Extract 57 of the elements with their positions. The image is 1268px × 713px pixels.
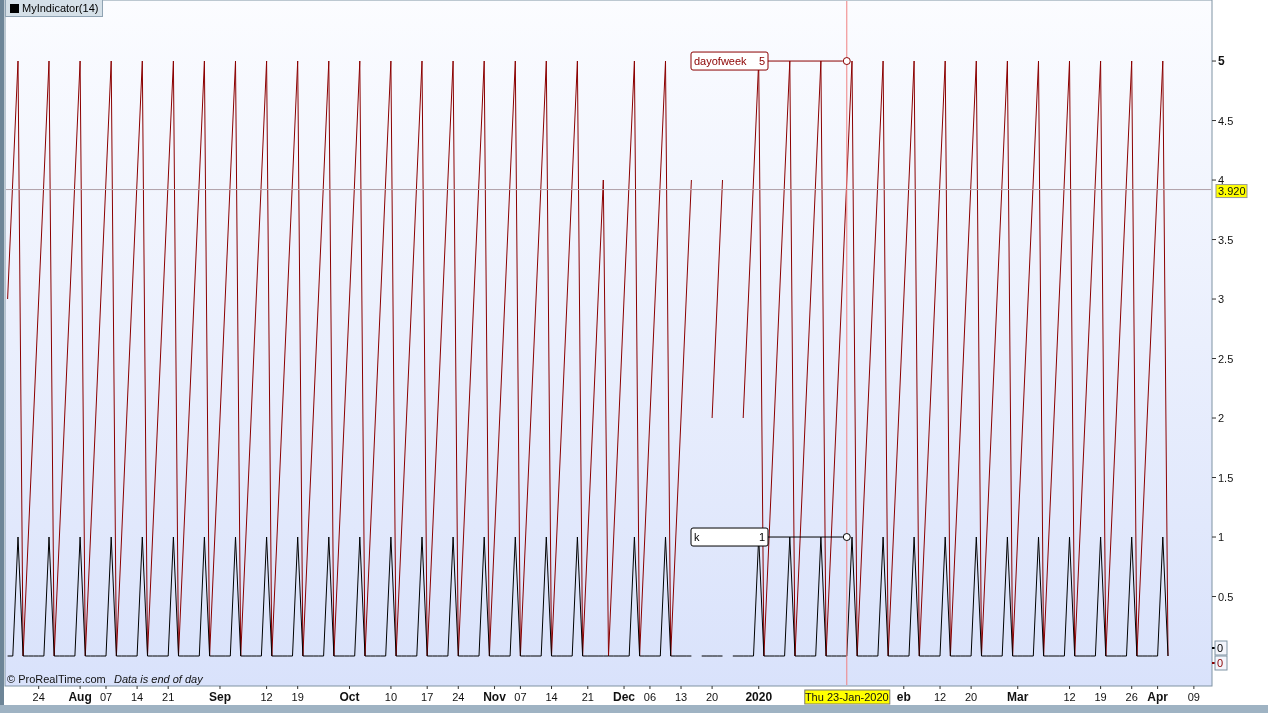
axis-label: 14: [130, 691, 144, 703]
axis-label: eb: [896, 690, 911, 704]
axis-label: Mar: [1007, 690, 1029, 704]
indicator-title: MyIndicator(14): [22, 2, 99, 14]
axis-label: 0.5: [1218, 590, 1234, 603]
color-swatch-icon: [10, 3, 19, 13]
axis-label: 2020: [745, 690, 773, 704]
legend-value: 1: [758, 531, 765, 543]
last-value: 0: [1217, 657, 1224, 669]
axis-label: 2.5: [1218, 352, 1234, 365]
axis-label: 21: [162, 691, 175, 703]
axis-label: 10: [384, 691, 398, 703]
axis-label: 5: [1218, 54, 1225, 69]
axis-label: Oct: [339, 690, 360, 704]
legend-value: 5: [758, 55, 765, 68]
axis-label: Aug: [68, 690, 92, 704]
axis-label: 4: [1218, 174, 1225, 187]
axis-label: 3.5: [1218, 233, 1234, 246]
axis-label: 21: [581, 691, 594, 703]
legend-name: dayofweek: [694, 55, 747, 68]
last-value: 0: [1217, 642, 1224, 654]
price-tag: 3.920: [1215, 184, 1248, 199]
data-note: Data is end of day: [114, 673, 203, 685]
axis-label: 09: [1187, 691, 1200, 703]
copyright-text: © ProRealTime.com: [7, 673, 106, 685]
legend-name: k: [694, 531, 700, 543]
axis-label: Nov: [483, 690, 506, 704]
last-value-box: [1214, 655, 1228, 671]
axis-label: 3: [1218, 293, 1225, 306]
axis-label: 20: [965, 691, 978, 703]
marker-icon: [842, 533, 851, 541]
axis-label: 13: [674, 691, 688, 703]
axis-label: 20: [706, 691, 719, 703]
axis-label: 26: [1125, 691, 1138, 703]
axis-label: 2: [1218, 412, 1225, 425]
axis-label: 1: [1218, 531, 1225, 543]
axis-label: Sep: [208, 690, 231, 704]
axis-label: 24: [32, 691, 45, 703]
marker-icon: [842, 57, 851, 66]
indicator-tab[interactable]: MyIndicator(14): [5, 0, 104, 17]
axis-label: 24: [452, 691, 465, 703]
axis-label: 19: [291, 691, 304, 703]
axis-label: 07: [99, 691, 113, 703]
axis-label: Apr: [1147, 690, 1168, 704]
axis-label: 4.5: [1218, 114, 1234, 127]
axis-label: 12: [933, 691, 947, 703]
axis-label: 12: [1063, 691, 1076, 703]
axis-label: 07: [514, 691, 527, 703]
axis-label: 19: [1094, 691, 1107, 703]
axis-label: Dec: [613, 690, 636, 704]
axis-label: 17: [421, 691, 434, 703]
axis-label: 06: [643, 691, 657, 703]
last-value-box: [1214, 640, 1228, 656]
axis-label: 12: [260, 691, 273, 703]
axis-label: 1.5: [1218, 471, 1234, 484]
axis-label: 14: [545, 691, 558, 703]
date-tooltip: Thu 23-Jan-2020: [804, 689, 891, 705]
